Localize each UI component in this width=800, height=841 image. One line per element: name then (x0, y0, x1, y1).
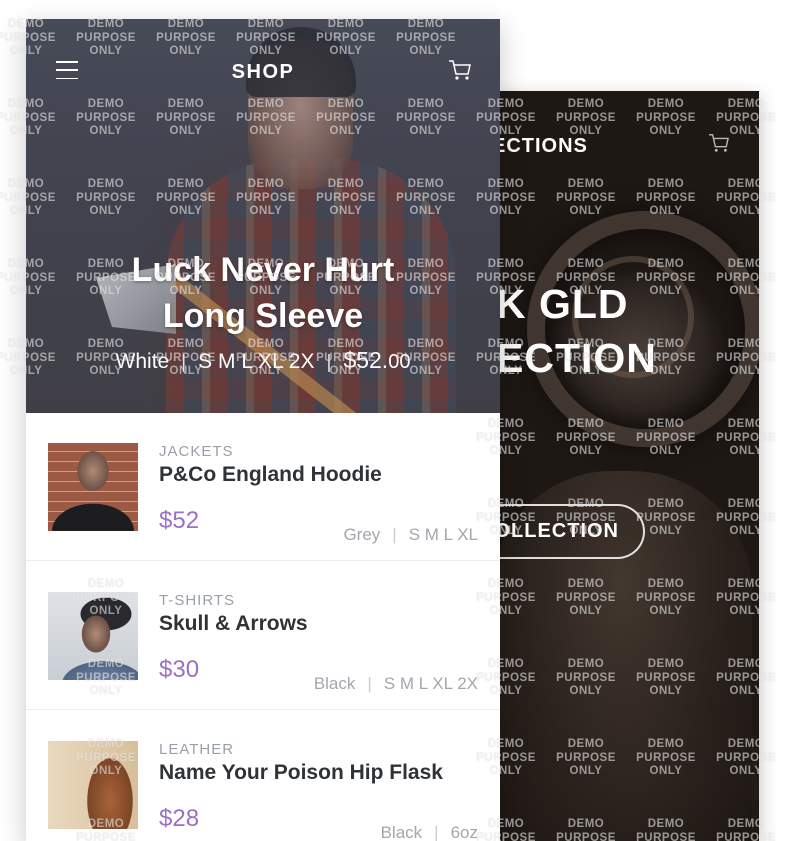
hero-color: White (115, 350, 170, 373)
product-list-item[interactable]: LEATHER Name Your Poison Hip Flask $28 B… (26, 711, 500, 841)
hero-price: $52.00 (343, 347, 410, 374)
collection-headline-line1: K GLD (496, 281, 629, 327)
product-category: T-SHIRTS (159, 592, 236, 609)
hero-price-main: $52. (343, 347, 389, 373)
hero-banner[interactable]: SHOP Luck Never Hurt Long Sleeve White |… (26, 19, 500, 413)
product-sizes: 6oz (450, 823, 478, 841)
hero-title-line2: Long Sleeve (162, 297, 364, 335)
product-options: Black | 6oz (381, 823, 478, 841)
product-separator: | (434, 823, 439, 841)
product-name: P&Co England Hoodie (159, 463, 382, 486)
product-separator: | (367, 674, 372, 693)
product-category: LEATHER (159, 741, 235, 758)
product-separator: | (392, 525, 397, 544)
hero-price-cents: 00 (388, 351, 411, 373)
cart-icon[interactable] (708, 133, 730, 153)
hero-product-meta: White | S M L XL 2X | $52.00 (26, 347, 500, 374)
product-name: Skull & Arrows (159, 612, 308, 635)
collection-headline-line2: ECTION (496, 335, 657, 381)
product-price: $30 (159, 656, 200, 683)
hero-separator: | (181, 352, 187, 373)
product-sizes: S M L XL (408, 525, 478, 544)
product-color: Grey (343, 525, 381, 544)
product-thumbnail (48, 741, 138, 829)
view-collection-button-label: OLLECTION (494, 520, 619, 542)
product-color: Black (380, 823, 423, 841)
product-thumbnail (48, 592, 138, 680)
hero-product-title: Luck Never Hurt Long Sleeve (26, 247, 500, 339)
view-collection-button[interactable]: OLLECTION (482, 504, 645, 559)
product-category: JACKETS (159, 443, 234, 460)
collection-headline: K GLD ECTION (496, 277, 657, 385)
product-options: Black | S M L XL 2X (314, 674, 478, 694)
hero-sizes: S M L XL 2X (198, 350, 315, 373)
collections-nav-title: ECTIONS (492, 135, 588, 157)
product-price: $28 (159, 805, 200, 832)
collections-screen: ECTIONS K GLD ECTION OLLECTION (482, 91, 759, 841)
product-sizes: S M L XL 2X (383, 674, 478, 693)
shop-screen: SHOP Luck Never Hurt Long Sleeve White |… (26, 19, 500, 841)
cart-icon[interactable] (448, 59, 472, 81)
product-list-item[interactable]: T-SHIRTS Skull & Arrows $30 Black | S M … (26, 562, 500, 710)
product-name: Name Your Poison Hip Flask (159, 761, 443, 784)
hero-separator: | (326, 352, 332, 373)
product-price: $52 (159, 507, 200, 534)
product-list-item[interactable]: JACKETS P&Co England Hoodie $52 Grey | S… (26, 413, 500, 561)
product-thumbnail (48, 443, 138, 531)
product-options: Grey | S M L XL (343, 525, 478, 545)
shop-nav-title: SHOP (231, 61, 295, 83)
product-color: Black (313, 674, 356, 693)
hero-title-line1: Luck Never Hurt (131, 251, 395, 289)
